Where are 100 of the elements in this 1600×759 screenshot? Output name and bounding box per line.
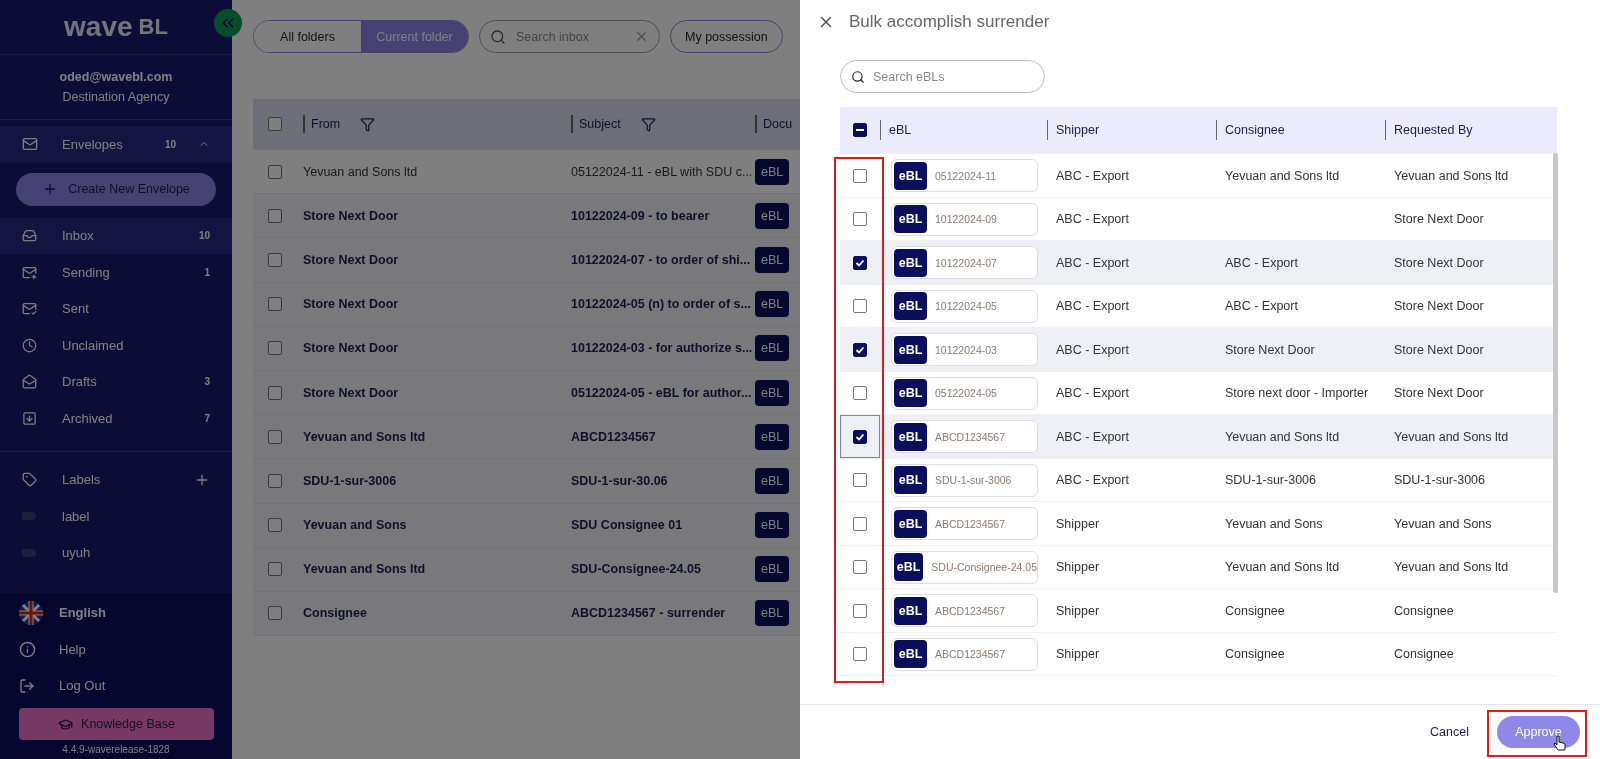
table-cell-text: Store Next Door [1393,386,1485,400]
checkbox[interactable] [853,603,867,618]
checkbox[interactable] [853,516,867,531]
checkbox[interactable] [268,562,282,577]
folder-item[interactable]: Sent [0,290,232,327]
column-header: From [311,117,341,131]
table-cell-text: Yevuan and Sons ltd [1224,168,1341,183]
graduation-cap-icon [58,716,74,732]
ebl-number: ABCD1234567 [935,517,1006,530]
ebl-number: 10122024-09 [935,213,997,225]
checkbox[interactable] [853,255,867,270]
ebl-tag: eBL [894,553,924,581]
checkbox[interactable] [268,473,282,488]
checkbox[interactable] [853,123,867,137]
labels-header[interactable]: Labels [0,461,232,498]
checkbox[interactable] [268,208,282,223]
filter-icon[interactable] [360,116,376,132]
table-cell-text: Consignee [1224,603,1286,618]
tray-icon [22,228,37,244]
ebl-number: 10122024-05 [935,300,997,312]
table-cell-text: Yevuan and Sons [303,518,408,533]
ebl-number: ABCD1234567 [935,604,1006,617]
user-email: oded@wavebl.com [59,70,173,84]
folder-item[interactable]: Sending 1 [0,254,232,291]
checkbox[interactable] [268,117,282,131]
table-cell-text: ABC - Export [1224,255,1299,270]
table-cell-text: Yevuan and Sons ltd [303,429,427,444]
column-header: Docu [763,117,793,131]
table-cell-text: ABC - Export [1055,429,1130,444]
table-cell-text: SDU-Consignee-24.05 [571,562,702,577]
filter-icon[interactable] [640,116,656,132]
checkbox[interactable] [853,473,867,487]
folder-item[interactable]: Inbox 10 [0,217,232,254]
checkbox[interactable] [853,386,867,400]
checkbox[interactable] [268,606,282,621]
table-cell-text: ABC - Export [1055,168,1130,183]
document-badge: eBL [755,158,789,185]
table-cell-text: 10122024-03 - for authorize s... [571,341,754,356]
table-cell-text: Store next door - Importer [1224,386,1370,400]
checkbox[interactable] [268,341,282,356]
tag-icon [22,472,37,488]
ebl-number: ABCD1234567 [935,430,1006,443]
table-cell-text: Yevuan and Sons ltd [1224,429,1341,444]
table-cell-text: Shipper [1055,647,1101,661]
checkbox[interactable] [268,385,282,400]
checkbox[interactable] [853,168,867,183]
scrollbar[interactable] [1553,153,1558,593]
table-cell-text: 05122024-11 - eBL with SDU c... [571,164,754,179]
ebl-tag: eBL [894,161,927,190]
ebl-tag: eBL [894,335,927,364]
checkbox[interactable] [853,342,867,357]
check-icon [855,257,865,268]
check-icon [855,431,865,442]
folder-item[interactable]: Unclaimed [0,327,232,364]
footer-item[interactable]: Help [0,631,232,668]
checkbox[interactable] [268,518,282,533]
checkbox[interactable] [268,252,282,267]
ebl-tag: eBL [894,292,927,320]
document-badge: eBL [755,512,789,539]
search-icon [490,28,506,45]
checkbox[interactable] [853,429,867,444]
checkbox[interactable] [268,164,282,179]
envelopes-item[interactable]: Envelopes 10 [0,126,232,163]
approve-button[interactable]: Approve [1497,716,1580,748]
folder-item[interactable]: Drafts 3 [0,363,232,400]
organization-name: Destination Agency [62,90,170,104]
ebl-tag: eBL [894,596,927,625]
checkbox[interactable] [853,647,867,661]
table-cell-text: ABCD1234567 [571,429,657,444]
ebl-tag: eBL [894,422,927,451]
table-cell-text: Consignee [303,606,368,621]
ebl-number: 05122024-05 [935,387,997,399]
column-header: Shipper [1056,123,1100,137]
ebl-tag: eBL [894,248,927,277]
table-cell-text: Consignee [1224,647,1286,661]
table-cell-text: SDU-1-sur-3006 [1224,473,1317,487]
ebl-tag: eBL [894,466,927,494]
checkbox[interactable] [853,560,867,574]
label-item[interactable]: label [0,498,232,535]
table-cell-text: SDU-1-sur-30.06 [571,473,669,488]
cancel-button[interactable]: Cancel [1424,724,1475,740]
table-cell-text: Yevuan and Sons ltd [303,164,419,179]
version-text: 4.4.9-waverelease-1828 [61,744,171,757]
checkbox[interactable] [268,429,282,444]
table-cell-text: Store Next Door [1224,342,1316,357]
checkbox[interactable] [853,212,867,226]
table-cell-text: ABC - Export [1224,299,1299,313]
folder-item[interactable]: Archived 7 [0,400,232,437]
checkbox[interactable] [853,299,867,313]
table-cell-text: SDU-1-sur-3006 [1393,473,1486,487]
table-cell-text: Yevuan and Sons ltd [1393,168,1510,183]
table-cell-text: Yevuan and Sons ltd [1393,560,1510,574]
table-cell-text: ABCD1234567 - surrender [571,606,727,621]
filter-button[interactable]: My possession [670,20,783,53]
dialog-title: Bulk accomplish surrender [849,12,1050,32]
footer-item[interactable]: English [0,594,232,631]
ebl-number: SDU-Consignee-24.05 [931,561,1037,573]
label-item[interactable]: uyuh [0,534,232,571]
footer-item[interactable]: Log Out [0,667,232,704]
checkbox[interactable] [268,297,282,312]
